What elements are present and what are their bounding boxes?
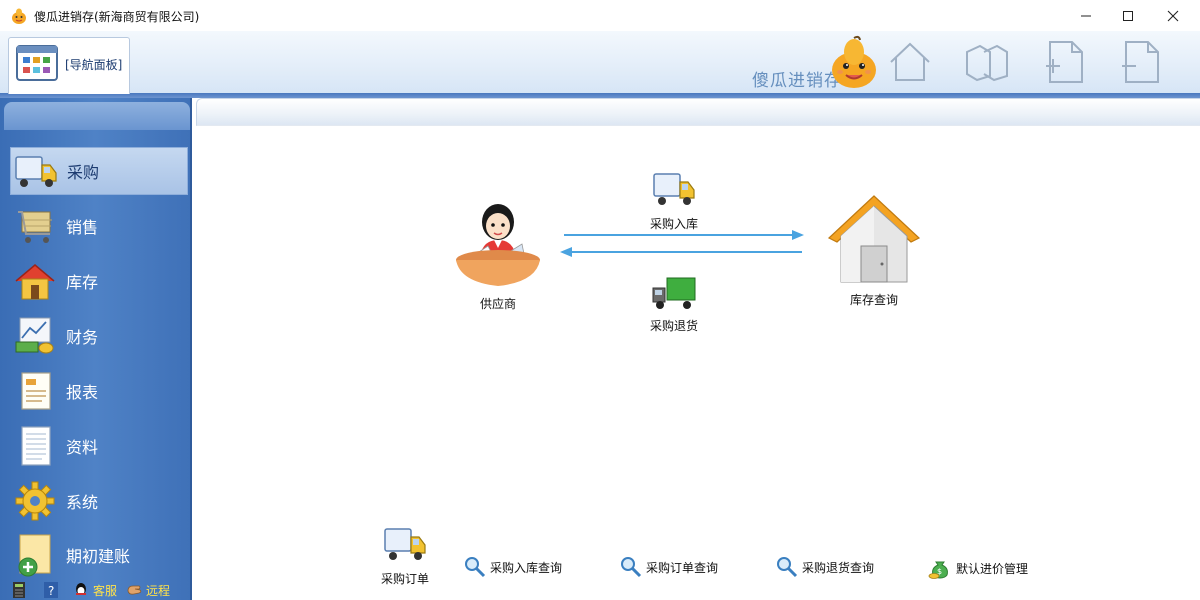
document-icon [21, 426, 51, 466]
add-button[interactable] [1038, 38, 1088, 86]
sidebar-item-system[interactable]: 系统 [10, 477, 188, 525]
service-link[interactable]: 客服 [93, 582, 117, 599]
main-panel-header [196, 98, 1200, 126]
sidebar-item-label: 报表 [66, 383, 99, 402]
minimize-button[interactable] [1063, 0, 1109, 31]
calculator-icon[interactable] [10, 581, 28, 599]
stock-query-label: 库存查询 [849, 293, 898, 307]
sidebar-item-finance[interactable]: 财务 [10, 312, 188, 360]
title-bar: 傻瓜进销存(新海商贸有限公司) [0, 0, 1200, 31]
purchase-order-link[interactable]: 采购订单 [376, 525, 434, 587]
maximize-button[interactable] [1105, 0, 1151, 31]
purchase-return-query-link[interactable]: 采购退货查询 [776, 556, 874, 578]
sidebar-item-opening-accounts[interactable]: 期初建账 [10, 531, 188, 579]
arrow-head-right-icon [792, 230, 804, 240]
remote-hand-icon [127, 585, 142, 595]
window-title: 傻瓜进销存(新海商贸有限公司) [34, 10, 200, 24]
gear-icon [15, 481, 55, 521]
default-price-mgmt-label: 默认进价管理 [956, 561, 1029, 576]
sidebar-item-purchase[interactable]: 采购 [10, 147, 188, 195]
forward-arrow [564, 234, 800, 236]
close-button[interactable] [1150, 0, 1196, 31]
sidebar-footer: ? 客服 远程 [0, 580, 192, 600]
money-bag-icon: $ [928, 561, 948, 579]
purchase-return-node[interactable]: 采购退货 [644, 274, 704, 334]
purchase-return-label: 采购退货 [649, 319, 698, 333]
purchase-in-query-label: 采购入库查询 [490, 560, 563, 575]
cube-icon [966, 44, 1008, 82]
remove-button[interactable] [1114, 38, 1164, 86]
maximize-icon [1123, 10, 1133, 21]
supplier-label: 供应商 [479, 297, 516, 311]
ribbon-toolbar [0, 31, 1200, 94]
shopping-cart-icon [18, 211, 52, 243]
search-icon [465, 557, 486, 578]
sidebar-item-label: 资料 [66, 438, 99, 457]
mascot-logo-icon [832, 35, 876, 88]
remove-document-icon [1122, 41, 1159, 83]
sidebar-item-inventory[interactable]: 库存 [10, 257, 188, 305]
truck-icon [15, 156, 57, 187]
purchase-in-node[interactable]: 采购入库 [644, 170, 704, 232]
help-icon[interactable]: ? [42, 581, 60, 599]
app-logo-icon [12, 8, 26, 24]
purchase-in-query-link[interactable]: 采购入库查询 [464, 556, 562, 578]
warehouse-house-icon [827, 195, 921, 283]
arrow-head-left-icon [560, 247, 572, 257]
search-icon [621, 557, 642, 578]
sidebar-item-label: 库存 [66, 273, 99, 292]
navigation-panel-icon [16, 45, 58, 81]
house-icon [15, 264, 55, 300]
finance-chart-icon [15, 317, 54, 354]
navigation-panel-label: [导航面板] [65, 58, 123, 72]
purchase-order-label: 采购订单 [380, 572, 429, 586]
purchase-order-query-label: 采购订单查询 [646, 560, 719, 575]
sidebar-item-label: 销售 [66, 218, 99, 237]
new-folder-icon [18, 534, 51, 577]
stock-query-node[interactable]: 库存查询 [824, 192, 924, 308]
sidebar-item-label: 期初建账 [66, 547, 131, 566]
truck-icon [653, 173, 695, 205]
sidebar-header [4, 102, 190, 130]
sidebar-item-reports[interactable]: 报表 [10, 367, 188, 415]
backward-arrow [568, 251, 802, 253]
tab-navigation-panel[interactable]: [导航面板] [8, 37, 130, 94]
supplier-node[interactable]: 供应商 [452, 196, 544, 312]
default-price-mgmt-link[interactable]: $ 默认进价管理 [928, 556, 1028, 580]
svg-text:$: $ [937, 567, 942, 576]
truck-icon [384, 528, 426, 560]
green-truck-icon [652, 277, 696, 309]
purchase-return-query-label: 采购退货查询 [802, 560, 875, 575]
search-icon [777, 557, 798, 578]
sidebar-item-data[interactable]: 资料 [10, 422, 188, 470]
home-button[interactable] [885, 38, 935, 86]
add-document-icon [1046, 41, 1083, 83]
sidebar-item-label: 采购 [67, 163, 100, 182]
supplier-person-icon [456, 204, 540, 286]
purchase-in-label: 采购入库 [649, 217, 698, 231]
purchase-order-query-link[interactable]: 采购订单查询 [620, 556, 718, 578]
close-icon [1167, 10, 1179, 21]
cube-button[interactable] [962, 38, 1012, 86]
svg-text:?: ? [48, 584, 54, 598]
remote-link[interactable]: 远程 [146, 582, 170, 599]
sidebar-item-sales[interactable]: 销售 [10, 202, 188, 250]
sidebar-item-label: 财务 [66, 328, 99, 347]
qq-service-icon [76, 583, 86, 595]
home-icon [890, 42, 930, 81]
sidebar-item-label: 系统 [66, 493, 99, 512]
report-icon [21, 372, 51, 410]
minimize-icon [1081, 15, 1091, 16]
